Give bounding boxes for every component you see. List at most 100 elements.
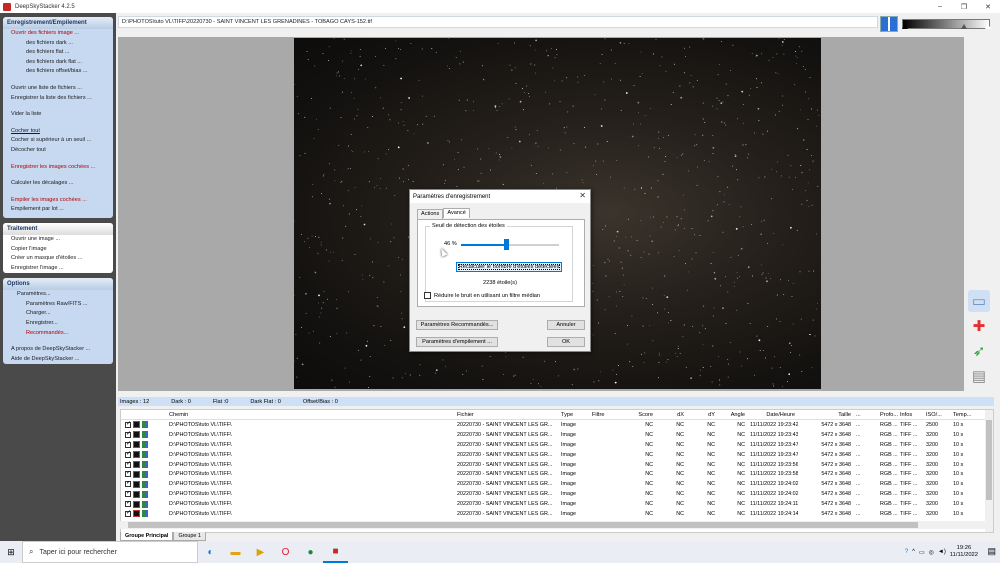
clock[interactable]: 19:26 11/11/2022 [950, 545, 978, 559]
cortana-icon[interactable]: ◐ [198, 541, 223, 563]
column-header[interactable]: Profo... [878, 412, 898, 418]
compare-tool-icon[interactable]: ▭ [968, 290, 990, 312]
minimize-button[interactable]: – [928, 0, 952, 13]
sidebar-menu-item[interactable]: Décocher tout [3, 146, 113, 156]
vertical-scroll-thumb[interactable] [986, 420, 992, 500]
sidebar-menu-item[interactable]: Enregistrer la liste des fichiers ... [3, 94, 113, 104]
row-checkbox[interactable] [125, 461, 131, 468]
sidebar-menu-item[interactable]: Cocher tout [3, 127, 113, 137]
ok-button[interactable]: OK [547, 337, 585, 347]
opera-icon[interactable]: O [273, 541, 298, 563]
sidebar-menu-item[interactable]: des fichiers dark flat ... [3, 58, 113, 68]
star-edit-icon[interactable]: ✚ [968, 315, 990, 337]
sidebar-menu-item[interactable]: Enregistrer l'image ... [3, 264, 113, 274]
sidebar-menu-item[interactable]: Aide de DeepSkyStacker ... [3, 355, 113, 365]
recommended-settings-button[interactable]: Paramètres Recommandés... [416, 320, 498, 330]
app-green-icon[interactable]: ● [298, 541, 323, 563]
sidebar-menu-item[interactable]: Recommandés... [3, 329, 113, 339]
threshold-slider[interactable] [461, 244, 559, 246]
sidebar-menu-item[interactable]: Paramètres Raw/FITS ... [3, 300, 113, 310]
help-icon[interactable]: ? [905, 549, 908, 555]
row-checkbox[interactable] [125, 471, 131, 478]
column-header[interactable]: Fichier [455, 412, 559, 418]
sidebar-menu-item[interactable]: Créer un masque d'étoiles ... [3, 254, 113, 264]
black-point-handle[interactable] [902, 24, 908, 29]
sidebar-menu-item[interactable]: Empilement par lot ... [3, 205, 113, 215]
windows-start-icon[interactable]: ⊞ [0, 547, 22, 558]
column-header[interactable]: Angle [718, 412, 748, 418]
sidebar-menu-item[interactable]: Vider la liste [3, 110, 113, 120]
slider-thumb[interactable] [503, 239, 509, 250]
column-header[interactable]: Filtre [590, 412, 618, 418]
levels-gradient[interactable] [902, 19, 991, 29]
network-icon[interactable]: ◎ [929, 549, 934, 556]
column-header[interactable]: Temp... [951, 412, 974, 418]
vertical-scrollbar[interactable] [985, 410, 993, 532]
sidebar-menu-item[interactable]: des fichiers offset/bias ... [3, 67, 113, 77]
sidebar-menu-item[interactable]: Ouvrir une image ... [3, 235, 113, 245]
column-header[interactable]: Taille [798, 412, 854, 418]
column-header[interactable]: dX [656, 412, 687, 418]
cancel-button[interactable]: Annuler [547, 320, 585, 330]
sidebar-menu-item[interactable]: Ouvrir des fichiers image ... [3, 29, 113, 39]
sidebar-menu-item[interactable]: des fichiers flat ... [3, 48, 113, 58]
column-header[interactable]: ... [854, 412, 878, 418]
row-checkbox[interactable] [125, 441, 131, 448]
row-checkbox[interactable] [125, 501, 131, 508]
table-row[interactable]: D:\PHOTOS\tuto VL\TIFF\ 20220730 - SAINT … [121, 430, 993, 440]
table-row[interactable]: D:\PHOTOS\tuto VL\TIFF\ 20220730 - SAINT … [121, 420, 993, 430]
median-filter-checkbox[interactable] [424, 292, 431, 299]
deepskystacker-taskbar-icon[interactable]: ■ [323, 541, 348, 563]
row-checkbox[interactable] [125, 431, 131, 438]
horizontal-scroll-thumb[interactable] [128, 522, 918, 528]
white-point-handle[interactable] [985, 24, 991, 29]
sidebar-menu-item[interactable]: des fichiers dark ... [3, 39, 113, 49]
row-checkbox[interactable] [125, 510, 131, 517]
comet-edit-icon[interactable]: ➶ [968, 340, 990, 362]
table-row[interactable]: D:\PHOTOS\tuto VL\TIFF\ 20220730 - SAINT … [121, 489, 993, 499]
save-edits-icon[interactable]: ▤ [968, 365, 990, 387]
tab-actions[interactable]: Actions [417, 209, 444, 219]
tab-main-group[interactable]: Groupe Principal [120, 532, 174, 541]
median-filter-option[interactable]: Réduire le bruit en utilisant un filtre … [424, 292, 540, 299]
sidebar-menu-item[interactable]: A propos de DeepSkyStacker ... [3, 345, 113, 355]
sidebar-menu-item[interactable]: Cocher si supérieur à un seuil ... [3, 136, 113, 146]
column-header[interactable]: Chemin [167, 412, 455, 418]
dialog-close-icon[interactable]: ✕ [579, 191, 586, 200]
column-header[interactable]: ISO/... [924, 412, 951, 418]
sidebar-menu-item[interactable]: Ouvrir une liste de fichiers ... [3, 84, 113, 94]
maximize-button[interactable]: ❐ [952, 0, 976, 13]
taskbar-search[interactable]: ⌕ Taper ici pour rechercher [22, 541, 198, 563]
column-header[interactable]: Date/Heure [748, 412, 798, 418]
media-player-icon[interactable]: ▶ [248, 541, 273, 563]
row-checkbox[interactable] [125, 491, 131, 498]
sidebar-menu-item[interactable]: Enregistrer... [3, 319, 113, 329]
chevron-up-icon[interactable]: ^ [912, 549, 915, 555]
row-checkbox[interactable] [125, 421, 131, 428]
table-row[interactable]: D:\PHOTOS\tuto VL\TIFF\ 20220730 - SAINT … [121, 440, 993, 450]
file-explorer-icon[interactable]: ▬ [223, 541, 248, 563]
sidebar-menu-item[interactable]: Copier l'image [3, 245, 113, 255]
sidebar-menu-item[interactable]: Charger... [3, 309, 113, 319]
row-checkbox[interactable] [125, 481, 131, 488]
mid-point-handle[interactable] [961, 24, 967, 29]
notification-icon[interactable]: ▤ [987, 546, 996, 557]
close-button[interactable]: ✕ [976, 0, 1000, 13]
sidebar-menu-item[interactable]: Enregistrer les images cochées ... [3, 163, 113, 173]
tab-group-1[interactable]: Groupe 1 [173, 532, 206, 541]
stacking-settings-button[interactable]: Paramètres d'empilement ... [416, 337, 498, 347]
table-row[interactable]: D:\PHOTOS\tuto VL\TIFF\ 20220730 - SAINT … [121, 479, 993, 489]
table-row[interactable]: D:\PHOTOS\tuto VL\TIFF\ 20220730 - SAINT … [121, 469, 993, 479]
column-header[interactable]: Type [559, 412, 590, 418]
histogram-toggle-icon[interactable] [880, 16, 898, 32]
table-row[interactable]: D:\PHOTOS\tuto VL\TIFF\ 20220730 - SAINT … [121, 499, 993, 509]
sidebar-menu-item[interactable]: Calculer les décalages ... [3, 179, 113, 189]
battery-icon[interactable]: ▭ [919, 549, 925, 556]
table-row[interactable]: D:\PHOTOS\tuto VL\TIFF\ 20220730 - SAINT … [121, 460, 993, 470]
table-row[interactable]: D:\PHOTOS\tuto VL\TIFF\ 20220730 - SAINT … [121, 509, 993, 519]
sidebar-menu-item[interactable]: Empiler les images cochées ... [3, 196, 113, 206]
column-header[interactable]: dY [687, 412, 718, 418]
column-header[interactable]: Score [618, 412, 656, 418]
table-row[interactable]: D:\PHOTOS\tuto VL\TIFF\ 20220730 - SAINT … [121, 450, 993, 460]
row-checkbox[interactable] [125, 451, 131, 458]
